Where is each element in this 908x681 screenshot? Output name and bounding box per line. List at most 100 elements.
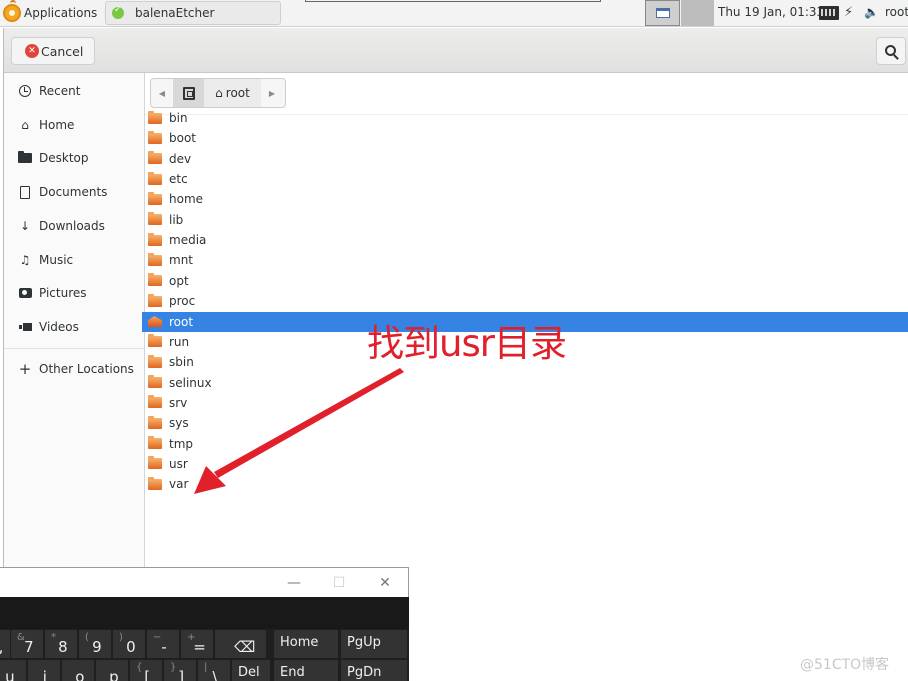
sidebar-item-downloads[interactable]: ↓ Downloads	[4, 211, 144, 241]
file-row-mnt[interactable]: mnt	[142, 250, 908, 270]
file-name: selinux	[169, 375, 212, 390]
path-forward-button[interactable]: ▶	[261, 79, 283, 107]
sidebar-item-label: Videos	[39, 320, 79, 334]
search-icon	[884, 44, 896, 56]
path-filesystem-root-button[interactable]	[173, 79, 204, 107]
key-delete[interactable]: Del	[232, 660, 270, 681]
taskbar-button-balenaetcher[interactable]: balenaEtcher	[105, 1, 281, 25]
folder-icon	[148, 171, 162, 185]
search-button[interactable]	[876, 37, 906, 65]
folder-icon	[148, 232, 162, 246]
drive-icon	[182, 86, 195, 100]
folder-icon	[148, 151, 162, 165]
sidebar-item-pictures[interactable]: Pictures	[4, 278, 144, 308]
file-row-lib[interactable]: lib	[142, 210, 908, 230]
cancel-button[interactable]: ✕ Cancel	[11, 37, 95, 65]
file-name: root	[169, 314, 194, 329]
file-row-proc[interactable]: proc	[142, 291, 908, 311]
key-row1-6[interactable]: + =	[181, 630, 213, 658]
balenaetcher-app-icon	[112, 5, 124, 19]
sidebar-item-desktop[interactable]: Desktop	[4, 143, 144, 173]
on-screen-keyboard: — ☐ ✕ ,&7*8(9)0−-+=⌫ uiop{[}]|\Del Home P…	[0, 567, 409, 681]
minimize-button[interactable]: —	[279, 572, 309, 594]
osk-title-bar: — ☐ ✕	[0, 567, 409, 597]
file-row-usr[interactable]: usr	[142, 454, 908, 474]
folder-icon	[148, 130, 162, 144]
maximize-button[interactable]: ☐	[324, 572, 354, 594]
file-row-dev[interactable]: dev	[142, 149, 908, 169]
annotation-label: 找到usr目录	[367, 322, 567, 365]
file-name: run	[169, 334, 190, 349]
places-sidebar: Recent ⌂ Home Desktop Documents ↓ Downlo…	[4, 73, 145, 593]
file-name: media	[169, 233, 207, 248]
key-row1-2[interactable]: * 8	[45, 630, 77, 658]
key-row2-5[interactable]: }]	[164, 660, 196, 681]
key-row1-1[interactable]: & 7	[11, 630, 43, 658]
key-home[interactable]: Home	[274, 630, 338, 658]
taskbar-button-label: balenaEtcher	[135, 6, 215, 20]
folder-icon	[148, 354, 162, 368]
sidebar-item-other-locations[interactable]: + Other Locations	[4, 354, 144, 384]
sidebar-item-label: Pictures	[39, 286, 87, 300]
folder-icon	[148, 395, 162, 409]
sidebar-item-documents[interactable]: Documents	[4, 177, 144, 207]
network-icon[interactable]: ⚡	[844, 5, 853, 20]
file-row-var[interactable]: var	[142, 474, 908, 494]
clock[interactable]: Thu 19 Jan, 01:33	[718, 5, 824, 19]
file-name: proc	[169, 294, 196, 309]
sidebar-item-home[interactable]: ⌂ Home	[4, 110, 144, 140]
file-row-sys[interactable]: sys	[142, 413, 908, 433]
file-row-boot[interactable]: boot	[142, 128, 908, 148]
video-camera-icon	[18, 320, 32, 334]
file-row-etc[interactable]: etc	[142, 169, 908, 189]
home-icon: ⌂	[215, 86, 223, 100]
key-pgdn[interactable]: PgDn	[341, 660, 407, 681]
file-name: home	[169, 192, 204, 207]
keyboard-icon[interactable]	[819, 6, 839, 20]
file-row-selinux[interactable]: selinux	[142, 373, 908, 393]
key-row2-6[interactable]: | \	[198, 660, 230, 681]
workspace-switcher-2[interactable]	[681, 0, 714, 26]
dialog-headerbar: ✕ Cancel	[4, 28, 908, 73]
folder-icon	[148, 375, 162, 389]
file-row-bin[interactable]: bin	[142, 108, 908, 128]
workspace-switcher-1[interactable]	[645, 0, 680, 26]
folder-icon	[148, 273, 162, 287]
key-backspace[interactable]: ⌫	[215, 630, 266, 658]
key-end[interactable]: End	[274, 660, 338, 681]
key-row2-2[interactable]: o	[62, 660, 94, 681]
sidebar-item-recent[interactable]: Recent	[4, 76, 144, 106]
key-row1-0[interactable]: ,	[0, 630, 10, 658]
file-row-opt[interactable]: opt	[142, 271, 908, 291]
close-button[interactable]: ✕	[370, 572, 400, 594]
sidebar-item-label: Home	[39, 118, 75, 132]
sidebar-item-music[interactable]: ♫ Music	[4, 245, 144, 275]
file-row-tmp[interactable]: tmp	[142, 434, 908, 454]
key-pgup[interactable]: PgUp	[341, 630, 407, 658]
key-row2-0[interactable]: u	[0, 660, 26, 681]
path-segment-root[interactable]: ⌂ root	[204, 79, 261, 107]
key-row2-3[interactable]: p	[96, 660, 128, 681]
key-row1-5[interactable]: − -	[147, 630, 179, 658]
file-row-media[interactable]: media	[142, 230, 908, 250]
sidebar-item-videos[interactable]: Videos	[4, 312, 144, 342]
key-row2-4[interactable]: {[	[130, 660, 162, 681]
file-row-srv[interactable]: srv	[142, 393, 908, 413]
file-name: usr	[169, 456, 188, 471]
file-row-home[interactable]: home	[142, 189, 908, 209]
applications-menu-button[interactable]: Applications ⋮	[3, 0, 110, 24]
path-back-button[interactable]: ◀	[151, 79, 173, 107]
sidebar-item-label: Other Locations	[39, 362, 134, 376]
window-icon	[655, 8, 670, 18]
sidebar-divider	[4, 348, 144, 349]
key-row2-1[interactable]: i	[28, 660, 60, 681]
cancel-label: Cancel	[41, 43, 84, 59]
file-name: mnt	[169, 253, 193, 268]
sidebar-item-label: Downloads	[39, 219, 105, 233]
key-row1-4[interactable]: ) 0	[113, 630, 145, 658]
volume-icon[interactable]: 🔈	[864, 5, 879, 19]
file-name: etc	[169, 172, 188, 187]
user-menu[interactable]: root	[885, 5, 908, 19]
key-row1-3[interactable]: (9	[79, 630, 111, 658]
file-name: srv	[169, 395, 188, 410]
